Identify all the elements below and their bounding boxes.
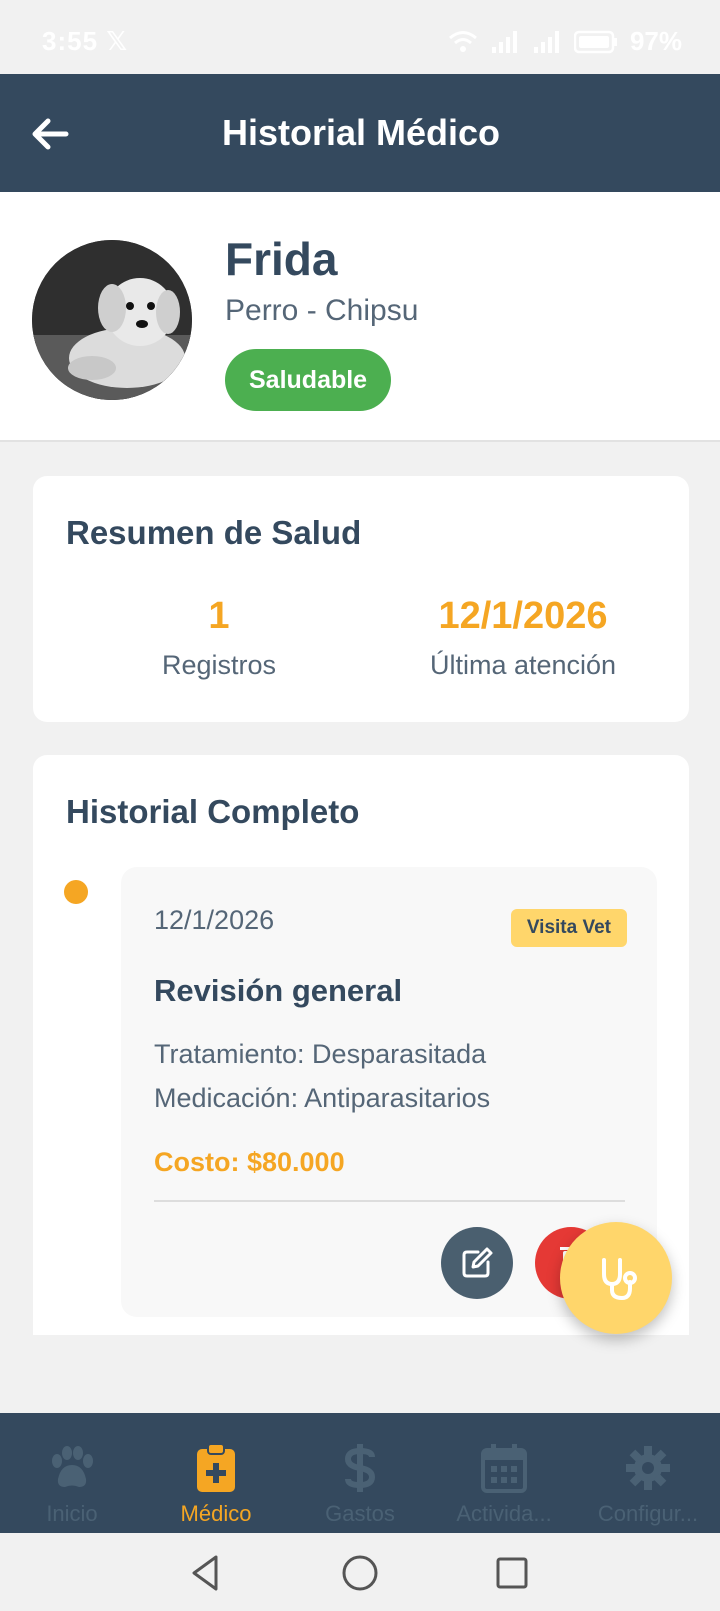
- nav-label: Activida...: [456, 1501, 552, 1526]
- record-type-badge: Visita Vet: [510, 909, 627, 947]
- app-header: Historial Médico: [0, 74, 720, 192]
- nav-item-inicio[interactable]: Inicio: [0, 1413, 144, 1533]
- paw-icon: [0, 1443, 144, 1493]
- signal-icon: [533, 30, 559, 53]
- nav-label: Configur...: [597, 1501, 699, 1526]
- battery-level: 97%: [629, 26, 682, 56]
- dollar-icon: [288, 1443, 432, 1493]
- triangle-back-icon: [192, 1555, 218, 1591]
- timeline-dot: [64, 880, 88, 904]
- pet-name: Frida: [225, 233, 338, 285]
- stethoscope-icon: [602, 1258, 637, 1301]
- pet-breed: Perro - Chipsu: [225, 294, 419, 327]
- status-time: 3:55 𝕏: [42, 26, 128, 57]
- square-recents-icon: [496, 1557, 528, 1589]
- last-visit-label: Última atención: [429, 650, 617, 680]
- records-stat: 1 Registros: [119, 594, 319, 681]
- clipboard-medical-icon: [144, 1443, 288, 1493]
- last-visit-stat: 12/1/2026 Última atención: [373, 594, 673, 681]
- gear-icon: [576, 1443, 720, 1493]
- records-label: Registros: [161, 650, 277, 680]
- record-title: Revisión general: [154, 973, 403, 1008]
- record-medication: Medicación: Antiparasitarios: [154, 1083, 491, 1113]
- records-count: 1: [208, 595, 230, 637]
- nav-label: Inicio: [46, 1501, 98, 1526]
- system-recents-button[interactable]: [490, 1551, 534, 1595]
- status-icons: 97%: [448, 26, 682, 57]
- record-date: 12/1/2026: [154, 905, 275, 935]
- record-divider: [154, 1200, 625, 1202]
- edit-record-button[interactable]: [441, 1227, 513, 1299]
- wifi-icon: [448, 30, 477, 52]
- status-bar: 3:55 𝕏 97%: [0, 0, 720, 74]
- pet-avatar: [32, 240, 192, 400]
- add-medical-record-button[interactable]: [560, 1222, 672, 1334]
- dog-photo: [32, 240, 192, 400]
- nav-item-medico[interactable]: Médico: [144, 1413, 288, 1533]
- system-back-button[interactable]: [184, 1551, 228, 1595]
- bottom-navigation: Inicio Médico Gastos Activida... Configu…: [0, 1413, 720, 1533]
- nav-item-actividades[interactable]: Activida...: [432, 1413, 576, 1533]
- pet-profile: Frida Perro - Chipsu Saludable: [0, 192, 720, 442]
- history-title: Historial Completo: [66, 793, 360, 830]
- record-treatment: Tratamiento: Desparasitada: [154, 1039, 487, 1069]
- signal-icon: [491, 30, 517, 53]
- health-summary-card: Resumen de Salud 1 Registros 12/1/2026 Ú…: [33, 476, 689, 722]
- nav-item-gastos[interactable]: Gastos: [288, 1413, 432, 1533]
- clock: 3:55: [42, 26, 99, 56]
- record-cost: Costo: $80.000: [154, 1147, 345, 1177]
- edit-icon: [462, 1247, 493, 1278]
- page-title: Historial Médico: [221, 112, 501, 153]
- health-status-badge: Saludable: [225, 349, 392, 411]
- summary-title: Resumen de Salud: [66, 514, 362, 551]
- nav-item-configuracion[interactable]: Configur...: [576, 1413, 720, 1533]
- system-navigation-bar: [0, 1533, 720, 1611]
- battery-icon: [573, 30, 617, 53]
- nav-label: Médico: [180, 1501, 252, 1526]
- x-notification-icon: 𝕏: [106, 26, 129, 56]
- system-home-button[interactable]: [338, 1551, 382, 1595]
- calendar-icon: [432, 1443, 576, 1493]
- circle-home-icon: [342, 1555, 378, 1591]
- last-visit-date: 12/1/2026: [438, 595, 608, 637]
- nav-label: Gastos: [325, 1501, 395, 1526]
